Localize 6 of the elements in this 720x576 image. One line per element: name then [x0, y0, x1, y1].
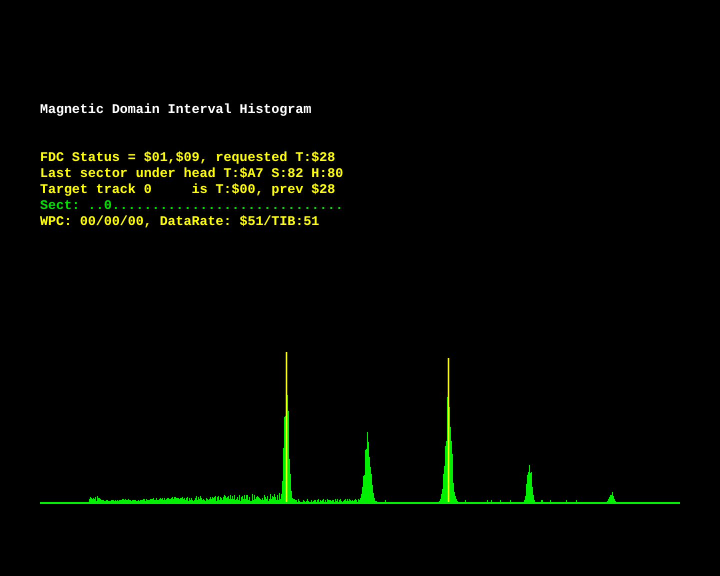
status-line: Last sector under head T:$A7 S:82 H:80: [40, 166, 344, 182]
screen-title: Magnetic Domain Interval Histogram: [40, 102, 312, 118]
status-line: WPC: 00/00/00, DataRate: $51/TIB:51: [40, 214, 320, 230]
status-line: Target track 0 is T:$00, prev $28: [40, 182, 336, 198]
status-line: FDC Status = $01,$09, requested T:$28: [40, 150, 336, 166]
status-line: Sect: ..0.............................: [40, 198, 344, 214]
